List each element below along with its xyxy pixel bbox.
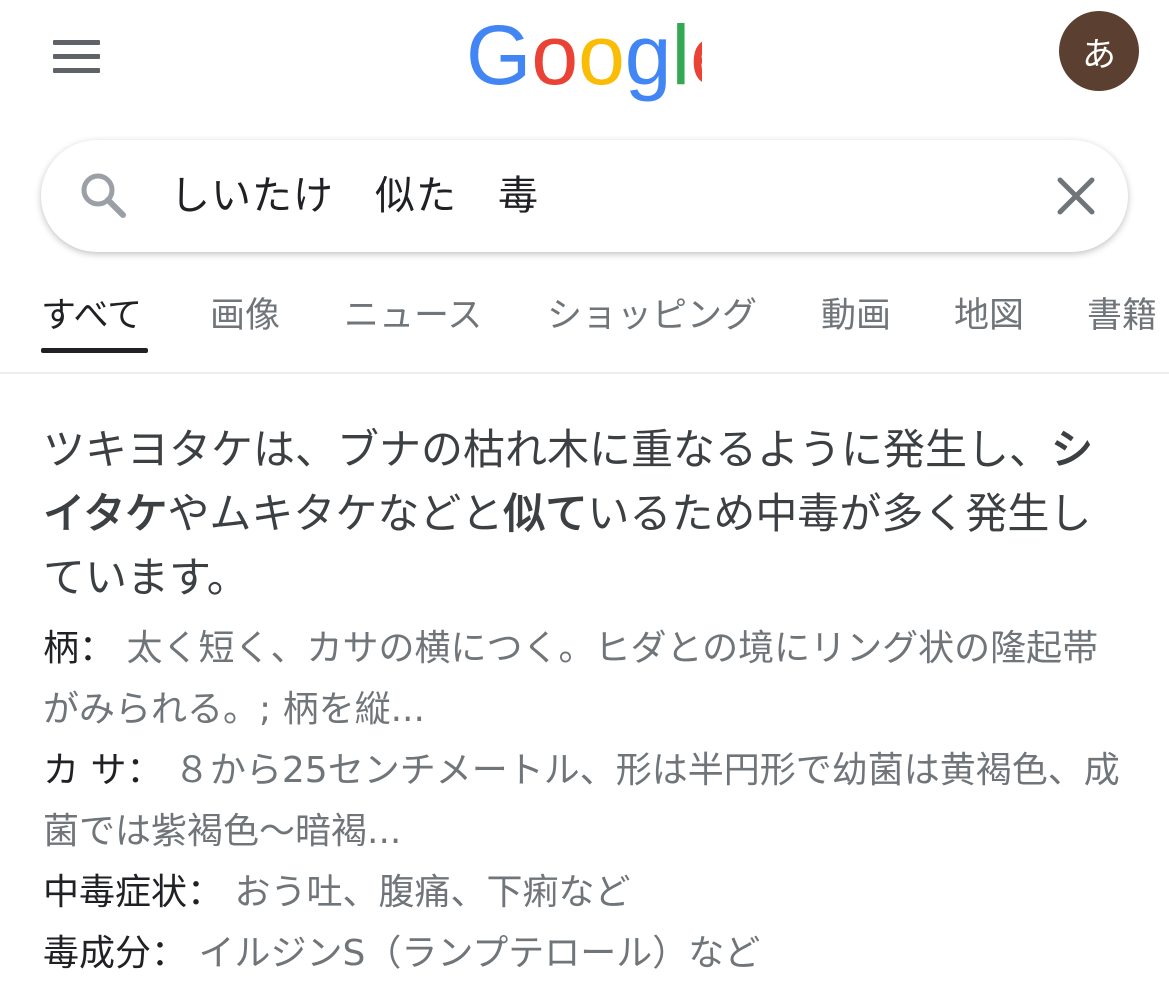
- fact-value: 太く短く、カサの横につく。ヒダとの境にリング状の隆起帯がみられる。; 柄を縦..…: [43, 628, 1099, 730]
- clear-icon[interactable]: [1052, 172, 1100, 220]
- featured-snippet-text: ツキヨタケは、ブナの枯れ木に重なるように発生し、シイタケやムキタケなどと似ている…: [43, 418, 1123, 610]
- tab-all[interactable]: すべて: [41, 292, 142, 340]
- fact-label: 柄：: [43, 628, 116, 669]
- svg-text:Google: Google: [466, 14, 702, 102]
- tab-videos[interactable]: 動画: [821, 292, 891, 340]
- fact-label: 中毒症状：: [43, 872, 224, 913]
- search-input[interactable]: しいたけ 似た 毒: [170, 168, 539, 224]
- divider: [0, 372, 1169, 374]
- facts-list: 柄： 太く短く、カサの横につく。ヒダとの境にリング状の隆起帯がみられる。; 柄を…: [43, 618, 1133, 984]
- fact-item: カ サ： ８から25センチメートル、形は半円形で幼菌は黄褐色、成菌では紫褐色～暗…: [43, 740, 1133, 862]
- tab-images[interactable]: 画像: [210, 292, 280, 340]
- search-results-page: Google あ しいたけ 似た 毒 すべて 画像 ニュース ショッピング 動画…: [0, 0, 1169, 1006]
- active-tab-indicator: [41, 348, 148, 353]
- fact-value: ８から25センチメートル、形は半円形で幼菌は黄褐色、成菌では紫褐色～暗褐...: [43, 750, 1120, 852]
- fact-value: おう吐、腹痛、下痢など: [234, 872, 631, 913]
- fact-label: カ サ：: [43, 750, 163, 791]
- fact-value: イルジンS（ランプテロール）など: [198, 933, 761, 974]
- answer-text: ツキヨタケは、ブナの枯れ木に重なるように発生し、: [43, 425, 1052, 474]
- fact-item: 柄： 太く短く、カサの横につく。ヒダとの境にリング状の隆起帯がみられる。; 柄を…: [43, 618, 1133, 740]
- tab-news[interactable]: ニュース: [344, 292, 482, 340]
- account-avatar[interactable]: あ: [1059, 11, 1139, 91]
- search-tabs: すべて 画像 ニュース ショッピング 動画 地図 書籍: [0, 282, 1169, 354]
- fact-item: 中毒症状： おう吐、腹痛、下痢など: [43, 862, 1133, 923]
- answer-text: やムキタケなどと: [167, 489, 504, 538]
- fact-item: 毒成分： イルジンS（ランプテロール）など: [43, 923, 1133, 984]
- fact-label: 毒成分：: [43, 933, 188, 974]
- google-logo[interactable]: Google: [466, 14, 702, 104]
- answer-highlight: 似て: [503, 489, 588, 538]
- menu-icon[interactable]: [53, 40, 101, 74]
- tab-books[interactable]: 書籍: [1087, 292, 1157, 340]
- tab-maps[interactable]: 地図: [954, 292, 1024, 340]
- tab-shopping[interactable]: ショッピング: [547, 292, 757, 340]
- search-icon[interactable]: [78, 170, 128, 220]
